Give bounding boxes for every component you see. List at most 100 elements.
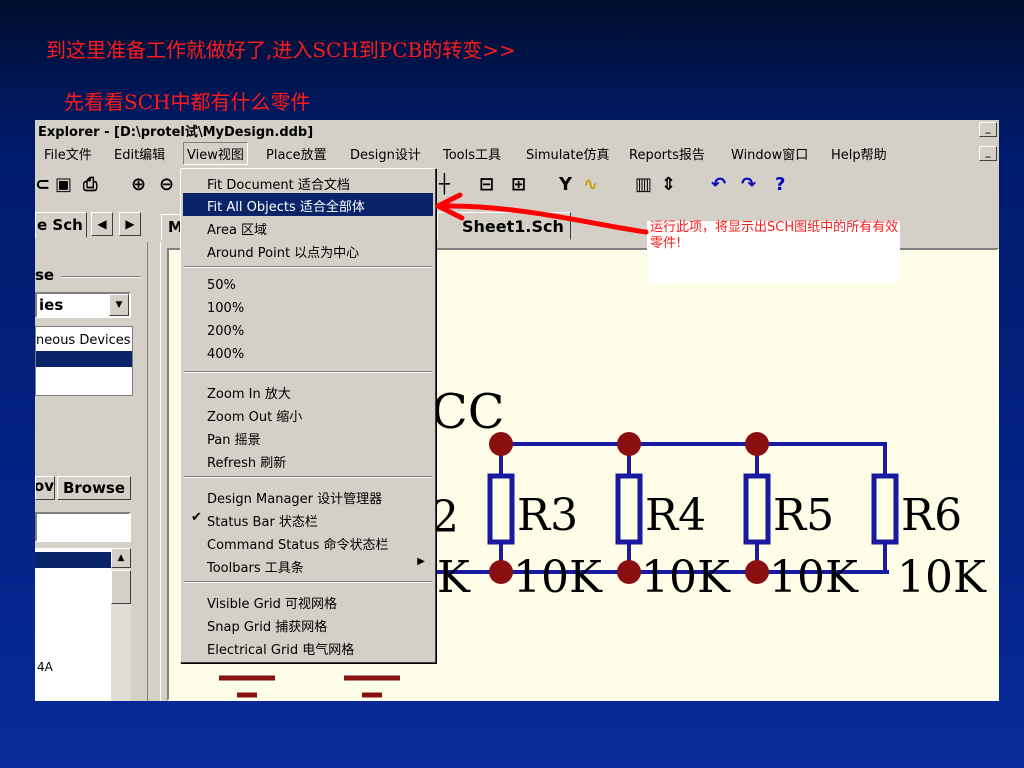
filter-input[interactable] — [35, 512, 131, 542]
menu-place[interactable]: Place放置 — [263, 143, 330, 164]
library-icon[interactable]: ▥ — [635, 174, 652, 195]
browse-button[interactable]: Browse — [57, 476, 131, 500]
menu-file[interactable]: File文件 — [41, 143, 95, 164]
print-icon[interactable]: ⎙ — [83, 174, 97, 195]
menu-item-snap-grid[interactable]: Snap Grid 捕获网格 — [183, 613, 433, 636]
checkmark-icon: ✔ — [191, 510, 202, 525]
bus-icon[interactable]: ⊟ — [479, 174, 494, 195]
resistor-name: R4 — [645, 490, 706, 541]
menu-item-fit-document[interactable]: Fit Document 适合文档 — [183, 171, 433, 194]
menu-item-zoom-400[interactable]: 400% — [183, 344, 433, 367]
menu-item-zoom-100[interactable]: 100% — [183, 298, 433, 321]
resistor-body — [487, 473, 515, 545]
junction-dot — [617, 560, 641, 584]
resistor-body — [615, 473, 643, 545]
junction-dot — [617, 432, 641, 456]
menu-edit[interactable]: Edit编辑 — [111, 143, 168, 164]
menu-reports[interactable]: Reports报告 — [626, 143, 708, 164]
menu-bar: File文件 Edit编辑 View视图 Place放置 Design设计 To… — [35, 140, 999, 165]
tab-browse-sch[interactable]: e Sch — [35, 212, 87, 238]
menu-item-design-manager[interactable]: Design Manager 设计管理器 — [183, 485, 433, 508]
browse-group-label: se — [35, 266, 55, 284]
menu-simulate[interactable]: Simulate仿真 — [523, 143, 612, 164]
tab-prev-button[interactable]: ◀ — [91, 212, 113, 236]
menu-item-electrical-grid[interactable]: Electrical Grid 电气网格 — [183, 636, 433, 659]
menu-window[interactable]: Window窗口 — [728, 143, 811, 164]
redo-icon[interactable]: ↷ — [741, 174, 756, 195]
menu-item-fit-all-objects[interactable]: Fit All Objects 适合全部体 — [183, 193, 433, 216]
menu-item-status-bar[interactable]: ✔ Status Bar 状态栏 — [183, 508, 433, 531]
open-icon[interactable]: ⊂ — [35, 174, 50, 195]
save-icon[interactable]: ▣ — [55, 174, 72, 195]
resistor-value: 10K — [513, 552, 603, 603]
menu-separator — [184, 266, 432, 268]
menu-item-refresh[interactable]: Refresh 刷新 — [183, 449, 433, 472]
zoom-out-icon[interactable]: ⊖ — [159, 174, 174, 195]
panel-splitter[interactable] — [147, 242, 161, 701]
tab-sheet1[interactable]: Sheet1.Sch — [437, 212, 571, 240]
probe-icon[interactable]: Y — [559, 174, 572, 195]
library-list-item[interactable]: neous Devices — [36, 333, 131, 348]
document-minimize-button[interactable]: _ — [979, 146, 997, 161]
label-k: K — [437, 552, 471, 603]
panel-tabs: e Sch ◀ ▶ — [35, 212, 155, 240]
slide-heading-line2: 先看看SCH中都有什么零件 — [64, 90, 311, 114]
menu-design[interactable]: Design设计 — [347, 143, 424, 164]
view-menu-dropdown: Fit Document 适合文档 Fit All Objects 适合全部体 … — [180, 168, 436, 663]
scroll-thumb[interactable] — [111, 570, 131, 604]
library-select[interactable]: ies ▼ — [35, 292, 131, 318]
help-icon[interactable]: ? — [775, 174, 785, 195]
part-list-selection[interactable] — [35, 552, 111, 568]
menu-item-zoom-out[interactable]: Zoom Out 缩小 — [183, 403, 433, 426]
tab-next-button[interactable]: ▶ — [119, 212, 141, 236]
junction-dot — [745, 432, 769, 456]
menu-tools[interactable]: Tools工具 — [440, 143, 504, 164]
minimize-button[interactable]: _ — [979, 122, 997, 137]
chevron-down-icon[interactable]: ▼ — [109, 294, 129, 316]
part-list-item[interactable]: 4A — [37, 660, 53, 674]
library-list[interactable]: neous Devices — [35, 326, 133, 396]
menu-help[interactable]: Help帮助 — [828, 143, 890, 164]
resistor-body — [743, 473, 771, 545]
cross-icon[interactable]: ┼ — [439, 174, 450, 195]
part-list[interactable]: 4A — [35, 548, 111, 701]
menu-item-visible-grid[interactable]: Visible Grid 可视网格 — [183, 590, 433, 613]
window-title: Explorer - [D:\protel试\MyDesign.ddb] — [38, 125, 314, 140]
label-cc: CC — [431, 384, 504, 440]
junction-dot — [745, 560, 769, 584]
menu-item-zoom-in[interactable]: Zoom In 放大 — [183, 380, 433, 403]
resistor-name: R3 — [517, 490, 578, 541]
sort-icon[interactable]: ⇕ — [661, 174, 676, 195]
menu-item-command-status[interactable]: Command Status 命令状态栏 — [183, 531, 433, 554]
undo-icon[interactable]: ↶ — [711, 174, 726, 195]
resistor-name: R6 — [901, 490, 962, 541]
junction-dot — [489, 432, 513, 456]
group-divider — [61, 276, 141, 278]
resistor-value: 10K — [897, 552, 987, 603]
zoom-in-icon[interactable]: ⊕ — [131, 174, 146, 195]
library-buttons: ov Browse — [35, 476, 145, 502]
title-bar: Explorer - [D:\protel试\MyDesign.ddb] _ — [35, 120, 999, 140]
menu-item-toolbars[interactable]: Toolbars 工具条 ▶ — [183, 554, 433, 577]
library-select-value: ies — [39, 296, 64, 314]
add-remove-button[interactable]: ov — [35, 476, 55, 500]
menu-item-pan[interactable]: Pan 摇景 — [183, 426, 433, 449]
menu-item-area[interactable]: Area 区域 — [183, 216, 433, 239]
menu-item-zoom-50[interactable]: 50% — [183, 275, 433, 298]
resistor-name: R5 — [773, 490, 834, 541]
menu-separator — [184, 581, 432, 583]
menu-item-around-point[interactable]: Around Point 以点为中心 — [183, 239, 433, 262]
menu-item-zoom-200[interactable]: 200% — [183, 321, 433, 344]
wave-icon[interactable]: ∿ — [583, 174, 598, 195]
menu-view[interactable]: View视图 — [183, 142, 248, 165]
junction-dot — [489, 560, 513, 584]
resistor-value: 10K — [641, 552, 731, 603]
part-icon[interactable]: ⊞ — [511, 174, 526, 195]
library-list-selection[interactable] — [36, 351, 132, 367]
menu-separator — [184, 371, 432, 373]
submenu-arrow-icon: ▶ — [417, 556, 425, 567]
scroll-up-icon[interactable]: ▲ — [111, 548, 131, 568]
part-list-scrollbar[interactable]: ▲ — [111, 548, 131, 701]
menu-item-status-bar-label: Status Bar 状态栏 — [207, 515, 318, 530]
annotation-text: 运行此项，将显示出SCH图纸中的所有有效零件! — [650, 220, 899, 251]
